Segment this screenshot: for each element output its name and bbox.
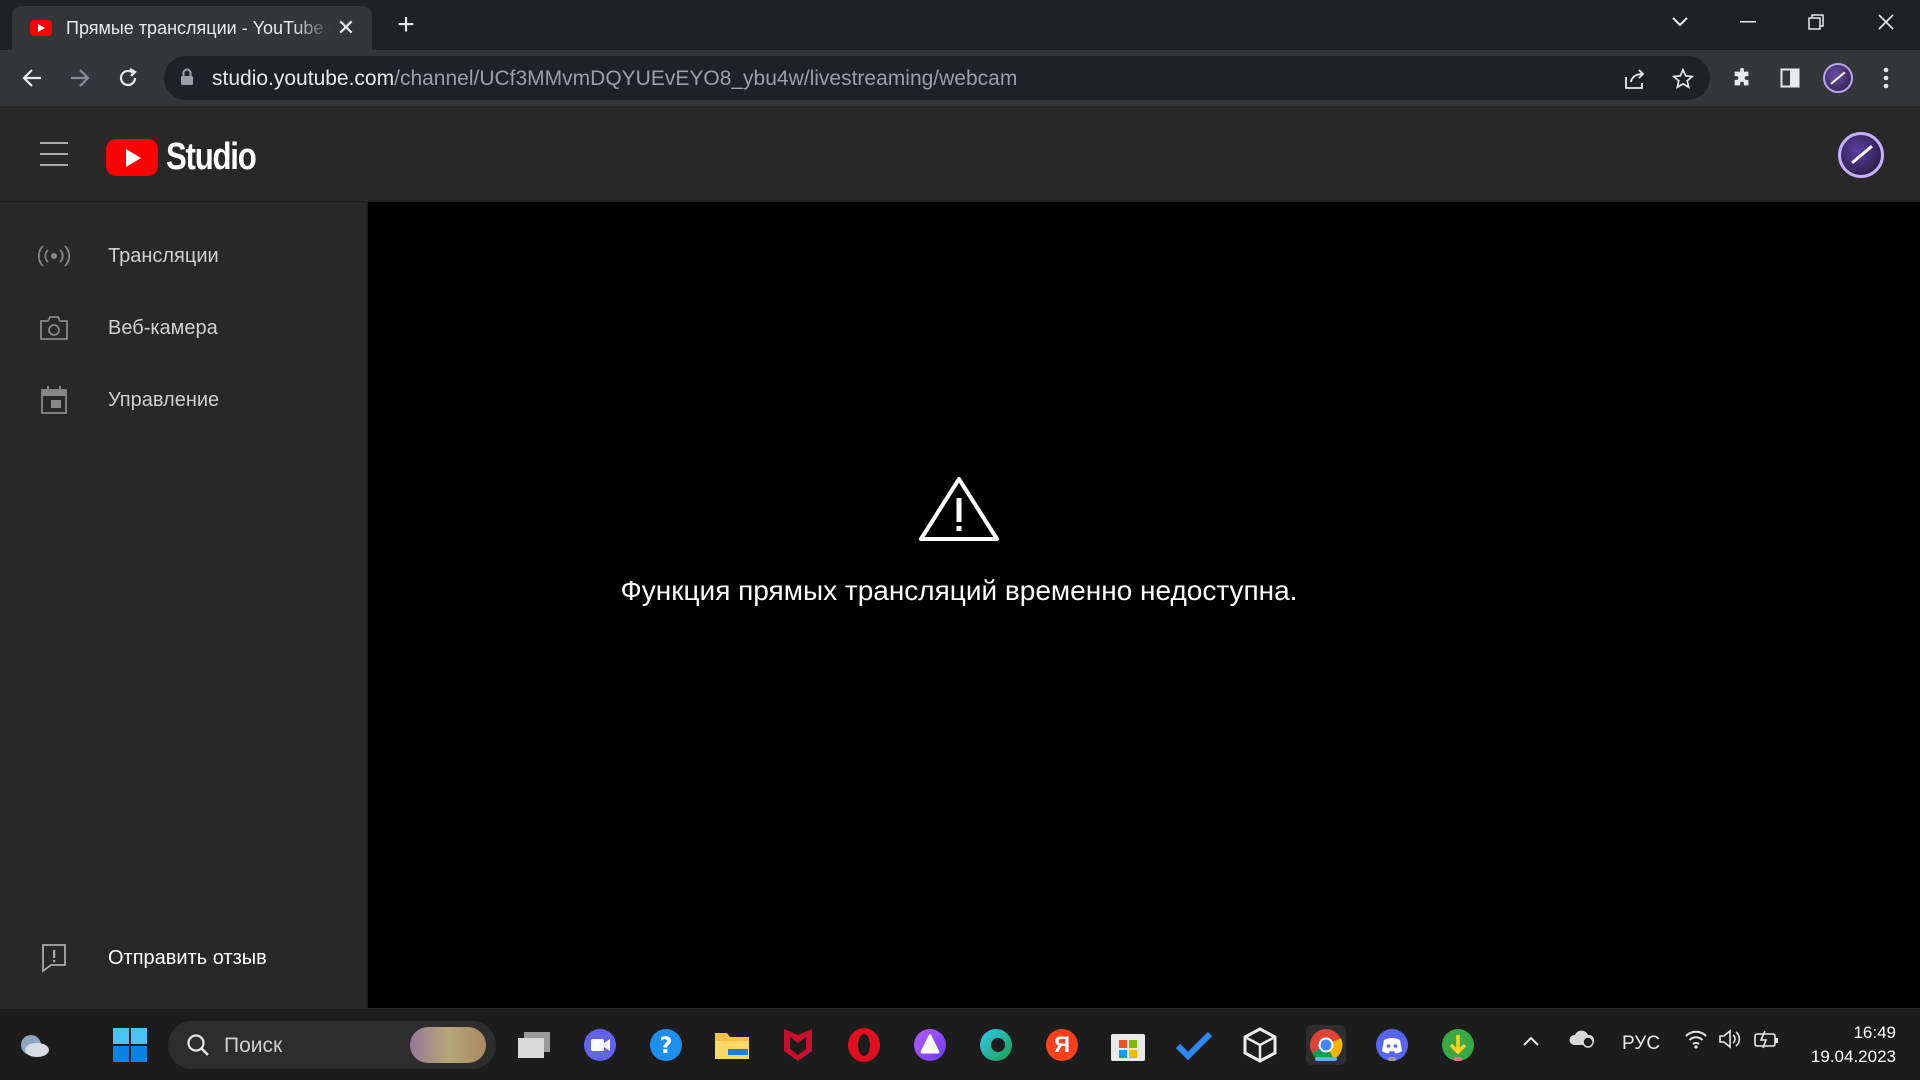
tab-search-chevron-icon[interactable] (1652, 0, 1708, 44)
yandex-browser-icon[interactable]: Я (1042, 1025, 1082, 1065)
todo-checkmark-icon[interactable] (1174, 1025, 1214, 1065)
close-window-button[interactable] (1858, 0, 1914, 44)
microsoft-store-icon[interactable] (1108, 1025, 1148, 1065)
send-feedback-button[interactable]: Отправить отзыв (0, 922, 368, 994)
back-button[interactable] (16, 62, 48, 94)
main-content: Функция прямых трансляций временно недос… (370, 202, 1920, 1008)
discord-icon[interactable] (1372, 1025, 1412, 1065)
onedrive-cloud-icon[interactable] (1568, 1027, 1596, 1055)
tray-overflow-chevron-icon[interactable] (1522, 1031, 1540, 1053)
taskbar: Поиск ? Я РУС 16:49 19.04.2023 (0, 1008, 1920, 1080)
taskbar-search[interactable]: Поиск (168, 1021, 496, 1069)
feedback-icon (38, 942, 70, 974)
side-panel-icon[interactable] (1774, 62, 1806, 94)
lock-icon[interactable] (180, 68, 194, 91)
youtube-logo-icon (106, 139, 158, 176)
svg-text:?: ? (660, 1034, 673, 1059)
broadcast-icon (38, 240, 70, 272)
sidebar-item-label: Веб-камера (108, 316, 218, 339)
sidebar-item-webcam[interactable]: Веб-камера (0, 292, 368, 364)
calendar-icon (38, 384, 70, 416)
warning-icon (919, 477, 999, 541)
mcafee-icon[interactable] (778, 1025, 818, 1065)
volume-icon[interactable] (1718, 1029, 1742, 1055)
wifi-icon[interactable] (1684, 1029, 1708, 1055)
youtube-studio-logo[interactable]: Studio (106, 136, 275, 179)
browser-tab[interactable]: Прямые трансляции - YouTube Studio ✕ (12, 6, 372, 50)
browser-toolbar: studio.youtube.com/channel/UCf3MMvmDQYUE… (0, 50, 1920, 106)
task-view-icon[interactable] (514, 1025, 554, 1065)
chrome-icon[interactable] (1306, 1025, 1346, 1065)
forward-button[interactable] (64, 62, 96, 94)
url-text[interactable]: studio.youtube.com/channel/UCf3MMvmDQYUE… (212, 67, 1017, 91)
battery-icon[interactable] (1754, 1029, 1780, 1055)
restore-button[interactable] (1788, 0, 1844, 44)
unity-hub-icon[interactable] (1240, 1025, 1280, 1065)
input-language[interactable]: РУС (1622, 1033, 1660, 1055)
minimize-button[interactable] (1720, 0, 1776, 44)
share-icon[interactable] (1622, 66, 1648, 92)
browser-tab-bar: Прямые трансляции - YouTube Studio ✕ + (0, 0, 1920, 50)
clock-date: 19.04.2023 (1810, 1047, 1896, 1066)
download-manager-icon[interactable] (1438, 1025, 1478, 1065)
clock-time: 16:49 (1853, 1023, 1896, 1042)
studio-header: Studio (0, 106, 1920, 202)
logo-text: Studio (166, 136, 257, 178)
tab-title: Прямые трансляции - YouTube Studio (66, 17, 332, 38)
extensions-puzzle-icon[interactable] (1726, 62, 1758, 94)
windows-start-icon[interactable] (110, 1025, 150, 1065)
address-bar[interactable]: studio.youtube.com/channel/UCf3MMvmDQYUE… (164, 56, 1710, 100)
account-avatar[interactable] (1838, 132, 1884, 178)
sidebar: Трансляции Веб-камера Управление Отправи… (0, 202, 368, 1008)
teams-chat-icon[interactable] (580, 1025, 620, 1065)
search-highlight-illustration (410, 1027, 486, 1063)
unavailable-message: Функция прямых трансляций временно недос… (620, 575, 1298, 606)
search-placeholder: Поиск (224, 1034, 283, 1057)
reload-button[interactable] (112, 62, 144, 94)
camera-icon (38, 312, 70, 344)
browser-menu-kebab-icon[interactable] (1870, 62, 1902, 94)
sidebar-item-label: Трансляции (108, 244, 219, 267)
opera-icon[interactable] (844, 1025, 884, 1065)
youtube-favicon-icon (30, 20, 52, 36)
feedback-label: Отправить отзыв (108, 946, 267, 969)
file-explorer-icon[interactable] (712, 1025, 752, 1065)
sidebar-item-label: Управление (108, 388, 220, 411)
hamburger-menu-icon[interactable] (40, 142, 68, 166)
system-clock[interactable]: 16:49 19.04.2023 (1811, 1021, 1896, 1069)
new-tab-button[interactable]: + (390, 10, 422, 42)
profile-avatar[interactable] (1822, 62, 1854, 94)
alice-assistant-icon[interactable] (910, 1025, 950, 1065)
sidebar-item-streams[interactable]: Трансляции (0, 220, 368, 292)
help-icon[interactable]: ? (646, 1025, 686, 1065)
bookmark-star-icon[interactable] (1670, 66, 1696, 92)
tab-close-button[interactable]: ✕ (332, 14, 360, 42)
yandex-letter: Я (1054, 1032, 1070, 1057)
search-icon (186, 1033, 210, 1062)
edge-icon[interactable] (976, 1025, 1016, 1065)
sidebar-item-manage[interactable]: Управление (0, 364, 368, 436)
weather-icon[interactable] (14, 1025, 54, 1065)
